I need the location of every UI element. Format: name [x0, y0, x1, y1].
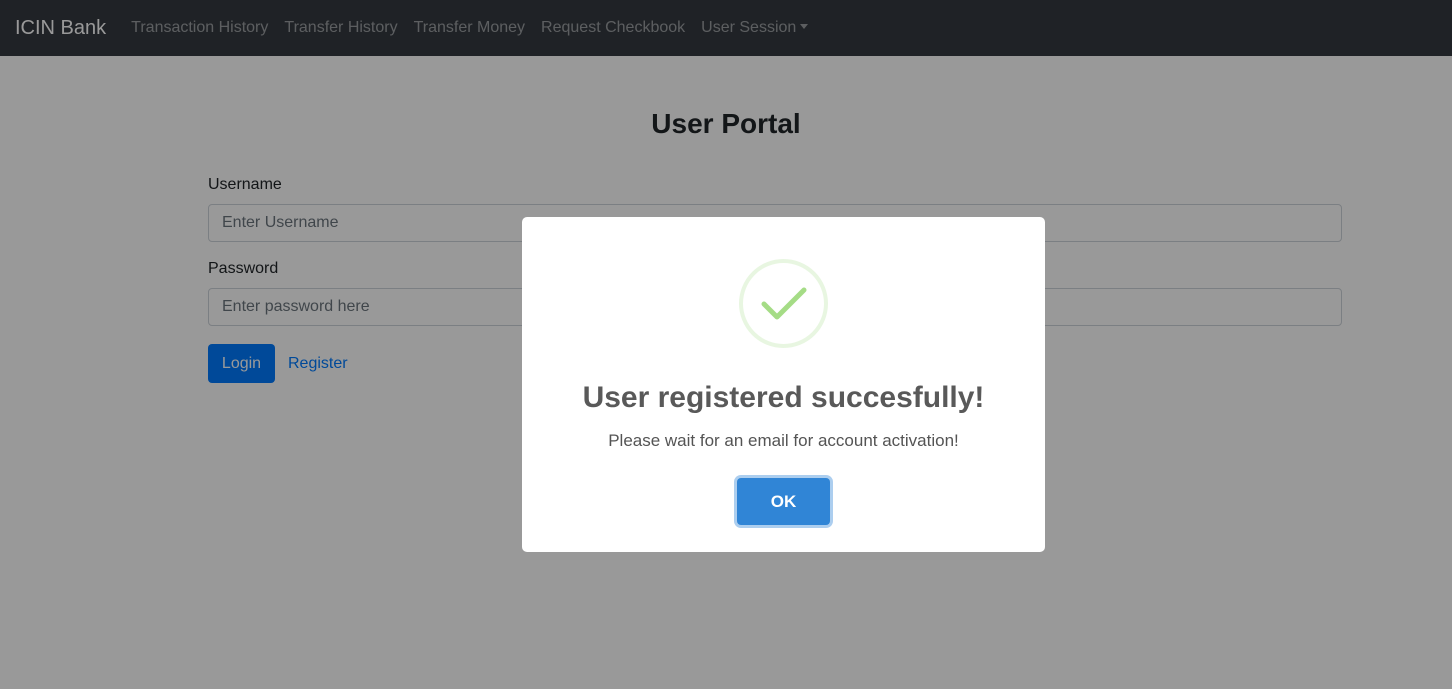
dialog-title: User registered succesfully!	[582, 381, 985, 414]
dialog-message: Please wait for an email for account act…	[608, 431, 959, 450]
success-dialog: User registered succesfully! Please wait…	[522, 217, 1045, 552]
ok-button[interactable]: OK	[737, 478, 830, 525]
check-mark-svg	[761, 287, 807, 320]
success-check-icon	[739, 259, 828, 348]
